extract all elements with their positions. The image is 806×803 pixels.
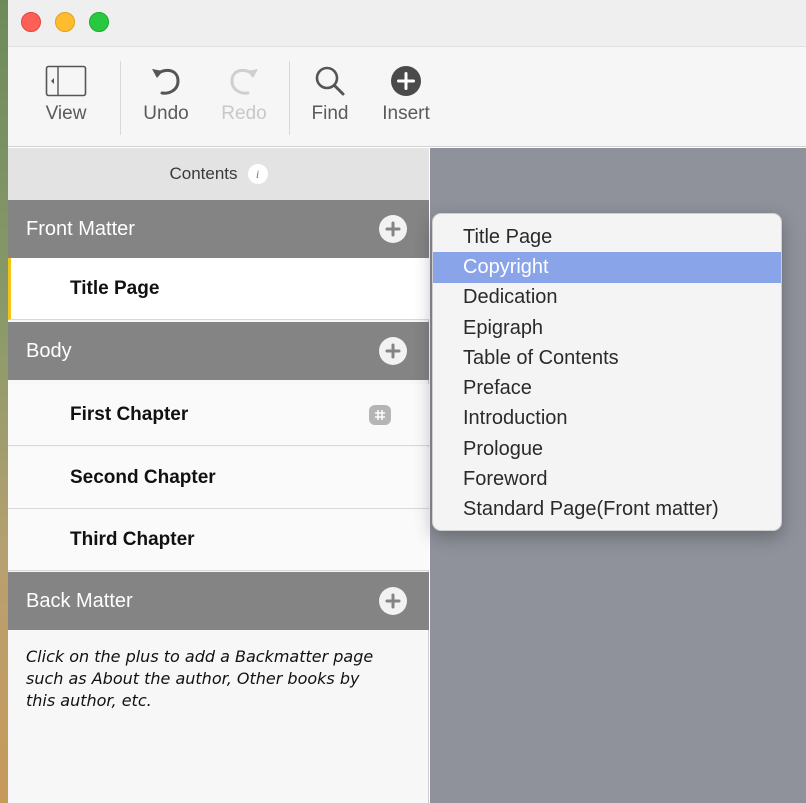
sidebar-item-second-chapter[interactable]: Second Chapter [8, 447, 429, 509]
info-icon[interactable]: i [247, 164, 268, 184]
plus-circle-icon [391, 66, 421, 96]
item-label: Third Chapter [70, 528, 195, 550]
insert-button[interactable]: Insert [374, 65, 438, 135]
back-matter-hint: Click on the plus to add a Backmatter pa… [26, 647, 374, 710]
sidebar-item-third-chapter[interactable]: Third Chapter [8, 509, 429, 571]
menu-item-standard-page[interactable]: Standard Page(Front matter) [433, 495, 781, 525]
zoom-window-button[interactable] [89, 12, 109, 32]
section-body: Body [8, 322, 429, 380]
toolbar: View Undo Redo Find Insert [8, 47, 806, 147]
undo-button[interactable]: Undo [136, 65, 196, 135]
close-window-button[interactable] [21, 12, 41, 32]
undo-icon [152, 68, 180, 95]
menu-item-epigraph[interactable]: Epigraph [433, 313, 781, 343]
menu-item-dedication[interactable]: Dedication [433, 283, 781, 313]
add-back-matter-button[interactable] [379, 587, 407, 615]
insert-page-menu: Title Page Copyright Dedication Epigraph… [432, 213, 782, 531]
section-title: Body [26, 339, 72, 362]
app-window: View Undo Redo Find Insert Contents i Fr… [8, 0, 806, 803]
title-bar [8, 0, 806, 47]
view-button[interactable]: View [36, 65, 96, 135]
menu-item-copyright[interactable]: Copyright [433, 252, 781, 283]
plus-icon [385, 221, 401, 237]
plus-icon [385, 593, 401, 609]
menu-item-introduction[interactable]: Introduction [433, 404, 781, 434]
menu-item-prologue[interactable]: Prologue [433, 434, 781, 464]
contents-title: Contents [169, 164, 238, 183]
view-label: View [45, 103, 87, 124]
item-label: First Chapter [70, 403, 189, 425]
sidebar-item-first-chapter[interactable]: First Chapter [8, 384, 429, 446]
hash-icon [375, 410, 385, 420]
menu-item-title-page[interactable]: Title Page [433, 222, 781, 252]
magnifier-icon [315, 66, 345, 96]
add-front-matter-button[interactable] [379, 215, 407, 243]
contents-header: Contents i [8, 148, 429, 200]
insert-label: Insert [382, 103, 430, 124]
plus-icon [385, 343, 401, 359]
add-body-button[interactable] [379, 337, 407, 365]
menu-item-table-of-contents[interactable]: Table of Contents [433, 343, 781, 373]
menu-item-preface[interactable]: Preface [433, 373, 781, 403]
redo-label: Redo [221, 103, 267, 124]
section-title: Back Matter [26, 589, 133, 612]
chapter-number-icon[interactable] [369, 405, 391, 425]
menu-item-foreword[interactable]: Foreword [433, 464, 781, 494]
redo-icon [230, 68, 258, 95]
toolbar-separator [120, 61, 121, 135]
find-label: Find [311, 103, 349, 124]
item-label: Title Page [70, 277, 160, 299]
find-button[interactable]: Find [300, 65, 360, 135]
redo-button[interactable]: Redo [214, 65, 274, 135]
item-label: Second Chapter [70, 466, 216, 488]
contents-sidebar: Contents i Front Matter Title Page Body [8, 148, 429, 803]
minimize-window-button[interactable] [55, 12, 75, 32]
section-front-matter: Front Matter [8, 200, 429, 258]
undo-label: Undo [143, 103, 189, 124]
section-back-matter: Back Matter [8, 572, 429, 630]
sidebar-toggle-icon [45, 65, 87, 97]
sidebar-item-title-page[interactable]: Title Page [8, 258, 429, 320]
section-title: Front Matter [26, 217, 135, 240]
toolbar-separator [289, 61, 290, 135]
